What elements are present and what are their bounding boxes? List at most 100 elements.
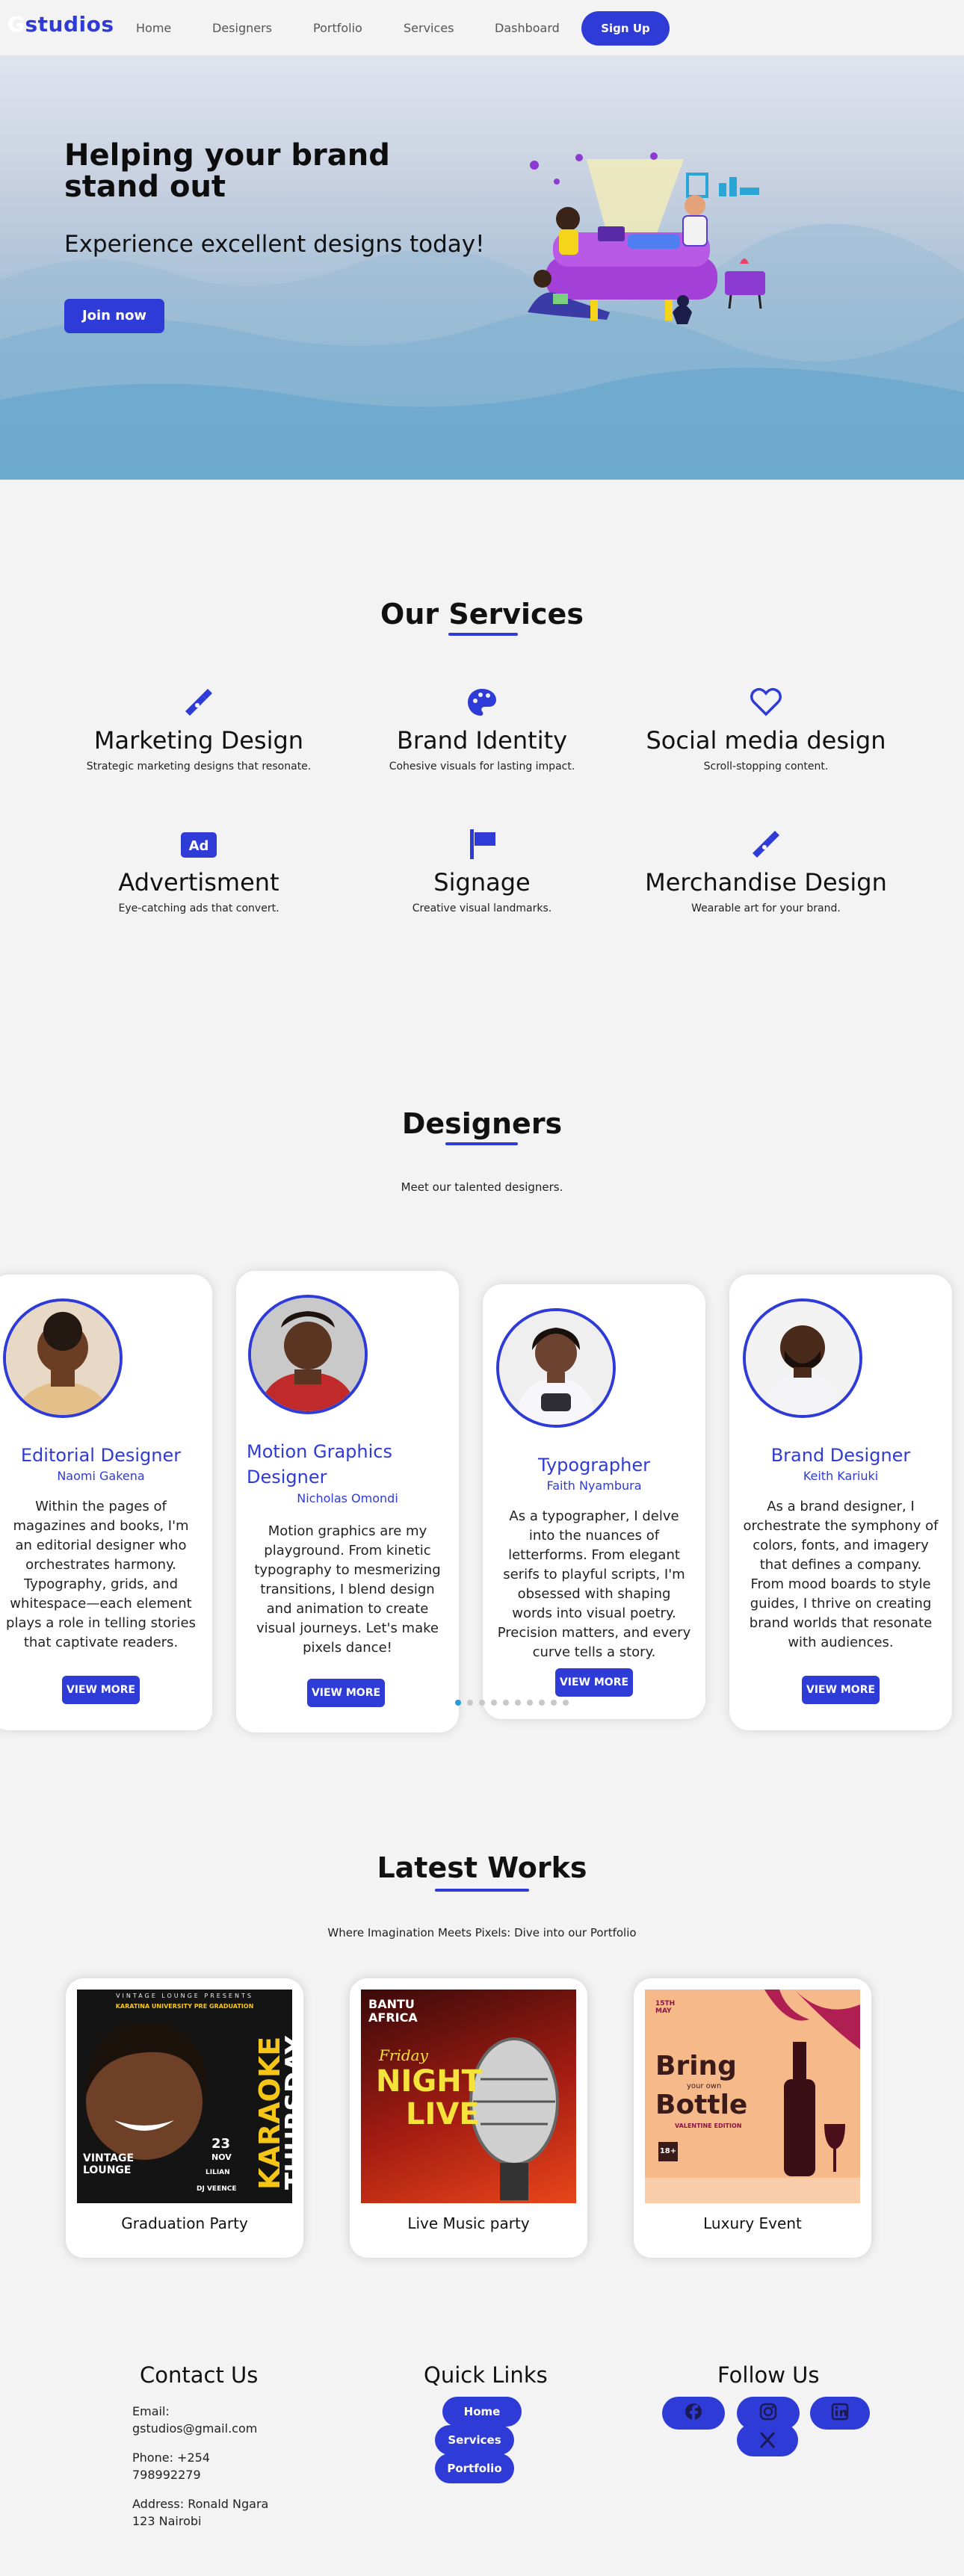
poster-live-text: LIVE (406, 2097, 480, 2131)
designer-card-editorial: Editorial Designer Naomi Gakena Within t… (0, 1275, 212, 1730)
poster-image: 15TH MAY Bring your own Bottle VALENTINE… (645, 1990, 860, 2203)
service-desc: Strategic marketing designs that resonat… (86, 761, 312, 773)
services-title-underline (448, 633, 518, 636)
avatar (496, 1308, 616, 1428)
carousel-dot[interactable] (551, 1700, 557, 1706)
service-title: Merchandise Design (645, 868, 887, 897)
work-card-live-music[interactable]: BANTU AFRICA Friday NIGHT LIVE Live Musi… (350, 1978, 587, 2258)
nav-link-dashboard[interactable]: Dashboard (495, 21, 560, 35)
service-title: Brand Identity (396, 726, 568, 755)
service-title: Advertisment (118, 868, 279, 897)
carousel-dot[interactable] (491, 1700, 497, 1706)
designer-name: Faith Nyambura (546, 1479, 642, 1493)
work-caption: Luxury Event (703, 2214, 802, 2232)
join-now-button[interactable]: Join now (64, 299, 164, 333)
works-title: Latest Works (377, 1851, 587, 1884)
designer-card-typographer: Typographer Faith Nyambura As a typograp… (483, 1284, 705, 1719)
service-brand-identity[interactable]: Brand Identity Cohesive visuals for last… (340, 686, 624, 773)
carousel-dot[interactable] (479, 1700, 485, 1706)
carousel-dot[interactable] (515, 1700, 521, 1706)
avatar (248, 1295, 368, 1414)
carousel-dot[interactable] (563, 1700, 569, 1706)
poster-date-text: 15TH MAY (655, 2000, 676, 2015)
service-title: Social media design (646, 726, 886, 755)
service-advertisment[interactable]: Ad Advertisment Eye-catching ads that co… (57, 828, 341, 914)
designer-role: Brand Designer (770, 1445, 911, 1466)
facebook-icon (685, 2403, 702, 2421)
poster-brand1-text: BANTU (368, 1997, 415, 2011)
pen-nib-icon (753, 831, 779, 858)
hero-subtitle: Experience excellent designs today! (64, 231, 485, 258)
poster-thursday-text: THURSDAY (280, 2036, 292, 2190)
heart-icon (750, 687, 782, 716)
carousel-dot[interactable] (527, 1700, 533, 1706)
footer-link-home[interactable]: Home (442, 2397, 522, 2427)
nav-link-home[interactable]: Home (136, 21, 171, 35)
poster-guest-text: LILIAN (206, 2169, 230, 2176)
designer-bio: As a brand designer, I orchestrate the s… (743, 1499, 939, 1650)
ad-icon: Ad (181, 832, 217, 858)
view-more-button[interactable]: VIEW MORE (555, 1668, 633, 1697)
designer-bio: Motion graphics are my playground. From … (254, 1523, 441, 1656)
carousel-dot[interactable] (539, 1700, 545, 1706)
poster-script-text: Friday (379, 2046, 428, 2064)
designer-card-motion: Motion Graphics Designer Nicholas Omondi… (236, 1271, 459, 1733)
service-marketing-design[interactable]: Marketing Design Strategic marketing des… (57, 686, 341, 773)
signup-button[interactable]: Sign Up (581, 11, 670, 46)
top-navbar: Gstudios Home Designers Portfolio Servic… (0, 0, 964, 56)
poster-image: BANTU AFRICA Friday NIGHT LIVE (361, 1990, 576, 2203)
poster-bottle-text: Bottle (655, 2090, 748, 2120)
carousel-dot[interactable] (455, 1700, 461, 1706)
designer-role: Typographer (538, 1455, 650, 1476)
poster-month-text: NOV (211, 2152, 232, 2162)
designer-name: Nicholas Omondi (297, 1491, 398, 1505)
services-title: Our Services (380, 598, 584, 631)
x-icon (759, 2431, 776, 2449)
linkedin-icon (831, 2403, 849, 2421)
poster-date-text: 23 (211, 2136, 231, 2152)
work-card-graduation[interactable]: VINTAGE LOUNGE PRESENTS KARATINA UNIVERS… (66, 1978, 303, 2258)
service-title: Signage (433, 868, 531, 897)
logo[interactable]: Gstudios (7, 12, 114, 37)
work-card-luxury[interactable]: 15TH MAY Bring your own Bottle VALENTINE… (634, 1978, 871, 2258)
carousel-dot[interactable] (503, 1700, 509, 1706)
poster-dj-text: DJ VEENCE (197, 2185, 237, 2193)
poster-night-text: NIGHT (376, 2064, 482, 2099)
view-more-button[interactable]: VIEW MORE (307, 1679, 385, 1707)
service-social-media-design[interactable]: Social media design Scroll-stopping cont… (624, 686, 908, 773)
service-merchandise-design[interactable]: Merchandise Design Wearable art for your… (624, 828, 908, 914)
facebook-button[interactable] (662, 2397, 725, 2430)
carousel-dot[interactable] (467, 1700, 473, 1706)
view-more-button[interactable]: VIEW MORE (62, 1676, 140, 1704)
designers-title: Designers (401, 1107, 563, 1140)
designer-name: Keith Kariuki (803, 1469, 879, 1483)
linkedin-button[interactable] (810, 2397, 870, 2430)
service-title: Marketing Design (93, 726, 304, 755)
hero-illustration (528, 152, 765, 324)
nav-link-services[interactable]: Services (404, 21, 454, 35)
service-desc: Cohesive visuals for lasting impact. (389, 761, 575, 773)
svg-text:Ad: Ad (189, 838, 209, 854)
works-subtitle: Where Imagination Meets Pixels: Dive int… (327, 1926, 637, 1939)
footer-phone: Phone: +254 798992279 (132, 2450, 210, 2482)
designer-role: Motion Graphics Designer (247, 1441, 392, 1487)
designers-title-underline (445, 1142, 518, 1145)
x-button[interactable] (737, 2424, 798, 2456)
poster-venue-text: VINTAGE LOUNGE (83, 2152, 135, 2176)
hero-mountains-background (0, 223, 964, 480)
service-signage[interactable]: Signage Creative visual landmarks. (340, 828, 624, 914)
footer-link-portfolio[interactable]: Portfolio (435, 2453, 514, 2483)
avatar (743, 1298, 862, 1418)
palette-icon (468, 689, 496, 716)
poster-bring-text: Bring (655, 2051, 737, 2081)
poster-sub-text: KARATINA UNIVERSITY PRE GRADUATION (115, 2003, 254, 2010)
designers-subtitle: Meet our talented designers. (401, 1180, 563, 1194)
service-desc: Eye-catching ads that convert. (118, 902, 279, 914)
nav-link-portfolio[interactable]: Portfolio (313, 21, 362, 35)
nav-link-designers[interactable]: Designers (212, 21, 272, 35)
poster-brand2-text: AFRICA (368, 2010, 418, 2025)
footer-link-services[interactable]: Services (435, 2425, 514, 2455)
view-more-button[interactable]: VIEW MORE (802, 1676, 880, 1704)
poster-tag-text: VALENTINE EDITION (675, 2123, 742, 2129)
work-caption: Live Music party (407, 2214, 530, 2232)
